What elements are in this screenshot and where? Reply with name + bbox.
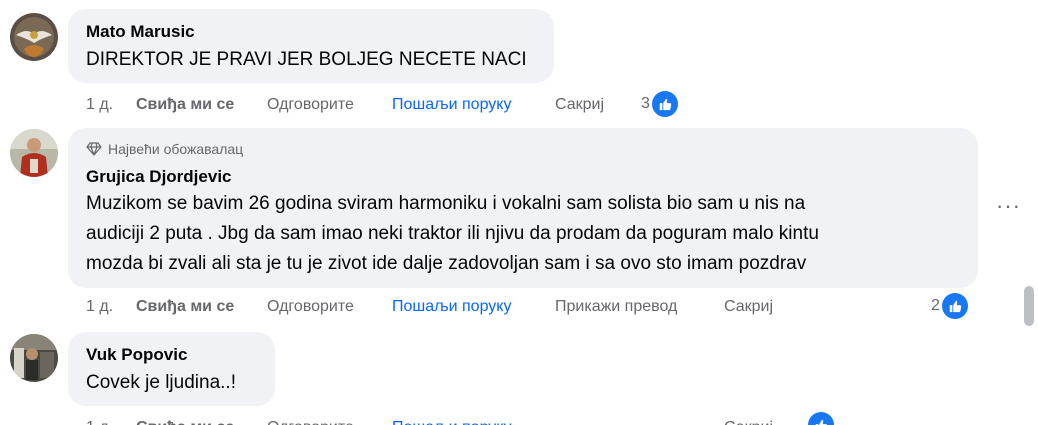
thumbs-up-icon bbox=[941, 293, 968, 319]
comment-actions: 1 д. Свиђа ми се Одговорите Пошаљи порук… bbox=[86, 93, 686, 117]
badge-label: Највећи обожавалац bbox=[108, 141, 244, 157]
like-button[interactable]: Свиђа ми се bbox=[136, 93, 234, 117]
reply-button[interactable]: Одговорите bbox=[267, 295, 354, 319]
comment-text-line: Covek je ljudina..! bbox=[86, 372, 236, 393]
more-horizontal-icon: ··· bbox=[996, 193, 1021, 218]
reply-button[interactable]: Одговорите bbox=[267, 93, 354, 117]
thumbs-up-icon bbox=[651, 91, 678, 117]
comment-time[interactable]: 1 д. bbox=[86, 93, 113, 117]
see-translation-button[interactable]: Прикажи превод bbox=[555, 295, 677, 319]
reaction-count: 2 bbox=[931, 297, 940, 314]
comment-text-line: mozda bi zvali ali sta je tu je zivot id… bbox=[86, 253, 807, 274]
hide-button[interactable]: Сакриј bbox=[555, 93, 604, 117]
send-message-button[interactable]: Пошаљи поруку bbox=[392, 295, 511, 319]
avatar[interactable] bbox=[10, 334, 58, 382]
comment-time[interactable]: 1 д. bbox=[86, 416, 113, 425]
avatar[interactable] bbox=[10, 13, 58, 61]
comment-text-line: Muzikom se bavim 26 godina sviram harmon… bbox=[86, 193, 806, 214]
send-message-button[interactable]: Пошаљи поруку bbox=[392, 416, 511, 425]
more-options-button[interactable]: ··· bbox=[996, 193, 1021, 218]
reaction-summary[interactable] bbox=[808, 412, 834, 425]
hide-button[interactable]: Сакриј bbox=[724, 416, 773, 425]
like-button[interactable]: Свиђа ми се bbox=[136, 295, 234, 319]
thumbs-up-icon bbox=[808, 412, 834, 425]
comment-text-line: audiciji 2 puta . Jbg da sam imao neki t… bbox=[86, 223, 819, 244]
comment-author[interactable]: Grujica Djordjevic bbox=[86, 167, 232, 187]
reaction-summary[interactable]: 3 bbox=[641, 91, 678, 117]
hide-button[interactable]: Сакриј bbox=[724, 295, 773, 319]
comment-text-line: DIREKTOR JE PRAVI JER BOLJEG NECETE NACI bbox=[86, 49, 527, 70]
comment-actions: 1 д. Свиђа ми се Одговорите Пошаљи порук… bbox=[86, 295, 806, 319]
comment-time[interactable]: 1 д. bbox=[86, 295, 113, 319]
diamond-icon bbox=[86, 142, 102, 156]
top-fan-badge: Највећи обожавалац bbox=[86, 141, 243, 157]
reaction-summary[interactable]: 2 bbox=[931, 293, 968, 319]
like-button[interactable]: Свиђа ми се bbox=[136, 416, 234, 425]
comment-actions: 1 д. Свиђа ми се Одговорите Пошаљи порук… bbox=[86, 416, 806, 425]
comment-author[interactable]: Vuk Popovic bbox=[86, 345, 187, 365]
scrollbar-thumb[interactable] bbox=[1024, 286, 1034, 326]
reply-button[interactable]: Одговорите bbox=[267, 416, 354, 425]
avatar[interactable] bbox=[10, 129, 58, 177]
send-message-button[interactable]: Пошаљи поруку bbox=[392, 93, 511, 117]
reaction-count: 3 bbox=[641, 95, 650, 112]
comment-author[interactable]: Mato Marusic bbox=[86, 22, 195, 42]
